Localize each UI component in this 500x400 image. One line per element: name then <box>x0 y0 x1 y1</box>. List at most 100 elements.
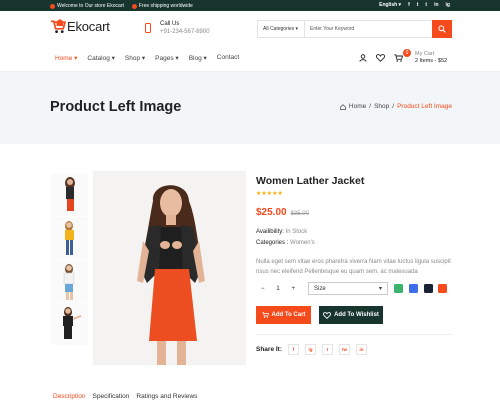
nav-item-catalog[interactable]: Catalog ▾ <box>87 54 114 62</box>
main-product-image[interactable] <box>93 171 246 365</box>
category-select[interactable]: All Categories ▾ <box>258 21 305 37</box>
product-thumbnail-2[interactable] <box>51 217 88 259</box>
user-icon[interactable] <box>359 54 367 62</box>
categories-label: Categories : <box>256 240 289 246</box>
breadcrumb-current: Product Left Image <box>397 103 452 110</box>
share-label: Share It: <box>256 346 283 353</box>
add-to-cart-button[interactable]: Add To Cart <box>256 306 311 324</box>
nav-item-home[interactable]: Home ▾ <box>55 54 77 62</box>
search-input[interactable] <box>305 21 432 37</box>
product-title: Women Lather Jacket <box>256 175 365 187</box>
contact-block: Call Us +91-234-567-8900 <box>145 20 210 36</box>
thumbnail-list <box>51 174 88 346</box>
share-tumblr-icon[interactable]: t <box>322 344 334 355</box>
search-icon <box>438 25 446 33</box>
thumbnail-image <box>51 174 88 216</box>
nav-label: Catalog <box>87 55 110 62</box>
thumbnail-image <box>51 260 88 302</box>
cart-icon <box>261 312 269 318</box>
twitter-icon[interactable]: t <box>417 2 419 8</box>
nav-label: Contact <box>216 54 240 61</box>
language-select[interactable]: English ▾ <box>379 2 401 8</box>
product-thumbnail-1[interactable] <box>51 174 88 216</box>
share-twitter-icon[interactable]: tw <box>339 344 351 355</box>
categories-row: Categories : Women's <box>256 238 452 249</box>
share-linkedin-icon[interactable]: in <box>356 344 368 355</box>
breadcrumb: Home / Shop / Product Left Image <box>340 103 452 110</box>
welcome-notice: Welcome to Our store Ekocart <box>50 3 124 9</box>
cart-count-badge: 0 <box>403 49 411 57</box>
thumbnail-image <box>51 303 88 345</box>
chevron-down-icon: ▾ <box>378 286 382 292</box>
product-photo <box>93 171 246 365</box>
search-bar: All Categories ▾ <box>257 20 452 38</box>
cart-summary: 2 Items - $52 <box>415 58 448 64</box>
availability-value: In Stock <box>285 229 308 235</box>
qty-decrease-button[interactable]: − <box>261 286 265 292</box>
product-thumbnail-3[interactable] <box>51 260 88 302</box>
action-buttons: Add To Cart Add To Wishlist <box>256 306 383 324</box>
nav-label: Pages <box>155 55 174 62</box>
breadcrumb-separator: / <box>392 103 395 110</box>
main-nav: Home ▾ Catalog ▾ Shop ▾ Pages ▾ Blog ▾ C… <box>0 45 500 72</box>
page-title: Product Left Image <box>50 99 182 115</box>
add-to-cart-label: Add To Cart <box>271 312 306 318</box>
search-button[interactable] <box>432 20 452 38</box>
cart-button[interactable]: 0 My Cart 2 Items - $52 <box>394 49 448 65</box>
cart-label: My Cart <box>415 51 435 57</box>
product-options: − 1 + Size ▾ <box>256 282 452 295</box>
color-swatch-green[interactable] <box>394 284 403 293</box>
logo-text: Ekocart <box>67 18 110 34</box>
product-tabs: Description Specification Ratings and Re… <box>53 393 197 400</box>
rating-stars: ★★★★★ <box>256 191 283 197</box>
nav-item-blog[interactable]: Blog ▾ <box>189 54 207 62</box>
share-instagram-icon[interactable]: ig <box>305 344 317 355</box>
add-to-wishlist-button[interactable]: Add To Wishlist <box>319 306 383 324</box>
breadcrumb-separator: / <box>369 103 372 110</box>
nav-item-contact[interactable]: Contact <box>217 54 239 62</box>
share-facebook-icon[interactable]: f <box>288 344 300 355</box>
phone-number[interactable]: +91-234-567-8900 <box>160 28 210 36</box>
shipping-notice: Free shipping worldwide <box>131 3 193 9</box>
price-block: $25.00 $35.00 <box>256 207 452 218</box>
divider <box>256 334 452 335</box>
nav-item-pages[interactable]: Pages ▾ <box>155 54 179 62</box>
breadcrumb-home[interactable]: Home <box>349 103 366 110</box>
heart-icon <box>323 311 332 319</box>
color-swatch-orange[interactable] <box>438 284 447 293</box>
size-select[interactable]: Size ▾ <box>308 282 388 295</box>
tumblr-icon[interactable]: t <box>425 2 427 8</box>
cart-logo-icon <box>50 18 66 34</box>
tab-ratings-reviews[interactable]: Ratings and Reviews <box>136 393 197 400</box>
nav-label: Home <box>55 55 73 62</box>
logo[interactable]: Ekocart <box>50 18 110 34</box>
color-swatch-navy[interactable] <box>424 284 433 293</box>
categories-value[interactable]: Women's <box>290 240 315 246</box>
color-swatch-blue[interactable] <box>409 284 418 293</box>
product-description: Nulla eget sem vitae eros pharetra viver… <box>256 259 451 275</box>
breadcrumb-shop[interactable]: Shop <box>374 103 389 110</box>
nav-item-shop[interactable]: Shop ▾ <box>125 54 145 62</box>
facebook-icon[interactable]: f <box>408 2 410 8</box>
heart-icon[interactable] <box>376 54 385 62</box>
tab-description[interactable]: Description <box>53 393 86 400</box>
product-meta: Availibility: In Stock Categories : Wome… <box>256 227 452 249</box>
tab-specification[interactable]: Specification <box>93 393 130 400</box>
cart-icon <box>394 54 403 62</box>
linkedin-icon[interactable]: in <box>434 2 438 8</box>
size-select-label: Size <box>314 285 326 292</box>
info-icon <box>50 3 55 9</box>
add-to-wishlist-label: Add To Wishlist <box>334 312 379 318</box>
current-price: $25.00 <box>256 207 287 218</box>
page-banner: Product Left Image Home / Shop / Product… <box>0 72 500 144</box>
old-price: $35.00 <box>290 211 309 217</box>
top-bar: Welcome to Our store Ekocart Free shippi… <box>0 0 500 11</box>
quantity-stepper: − 1 + <box>256 282 300 295</box>
shipping-text: Free shipping worldwide <box>138 3 193 9</box>
nav-label: Blog <box>188 55 202 62</box>
share-row: Share It: f ig t tw in <box>256 344 368 355</box>
instagram-icon[interactable]: ig <box>446 2 450 8</box>
qty-value[interactable]: 1 <box>276 286 279 292</box>
qty-increase-button[interactable]: + <box>291 286 295 292</box>
product-thumbnail-4[interactable] <box>51 303 88 345</box>
